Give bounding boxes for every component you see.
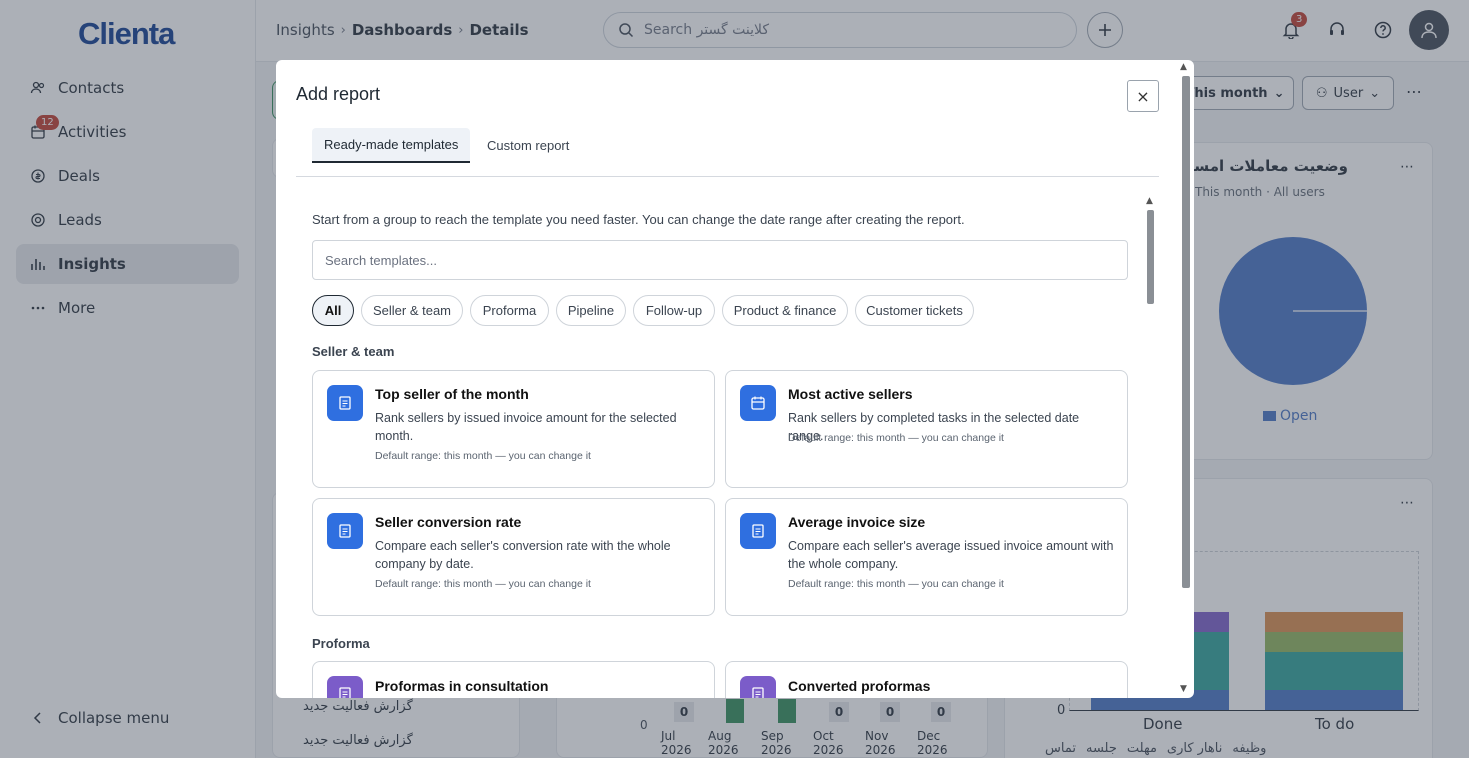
template-card-conversion-rate[interactable]: Seller conversion rate Compare each sell… <box>312 498 715 616</box>
tab-custom-report[interactable]: Custom report <box>475 128 581 163</box>
template-card-top-seller[interactable]: Top seller of the month Rank sellers by … <box>312 370 715 488</box>
template-title: Proformas in consultation <box>375 678 549 694</box>
document-icon <box>740 676 776 698</box>
add-report-dialog: Add report × Ready-made templates Custom… <box>276 60 1194 698</box>
scroll-up-arrow[interactable]: ▲ <box>1146 196 1153 206</box>
template-default-range: Default range: this month — you can chan… <box>788 432 1004 444</box>
template-title: Converted proformas <box>788 678 931 694</box>
chip-pipeline[interactable]: Pipeline <box>556 295 626 326</box>
document-icon <box>740 513 776 549</box>
dialog-scrollbar-thumb[interactable] <box>1182 76 1190 588</box>
chip-customer-tickets[interactable]: Customer tickets <box>855 295 974 326</box>
tab-ready-made-templates[interactable]: Ready-made templates <box>312 128 471 163</box>
chip-follow-up[interactable]: Follow-up <box>633 295 715 326</box>
template-title: Seller conversion rate <box>375 514 522 530</box>
scroll-down-arrow[interactable]: ▼ <box>1180 684 1187 694</box>
chip-label: Product & finance <box>733 303 837 318</box>
document-icon <box>327 385 363 421</box>
tab-divider <box>296 176 1159 177</box>
section-title: Proforma <box>312 636 370 651</box>
template-card-most-active[interactable]: Most active sellers Rank sellers by comp… <box>725 370 1128 488</box>
close-icon: × <box>1136 86 1150 106</box>
intro-text: Start from a group to reach the template… <box>312 212 965 227</box>
document-icon <box>327 676 363 698</box>
calendar-icon <box>740 385 776 421</box>
chip-all[interactable]: All <box>312 295 354 326</box>
template-default-range: Default range: this month — you can chan… <box>788 578 1004 590</box>
template-description: Compare each seller's average issued inv… <box>788 539 1114 571</box>
tab-label: Custom report <box>487 138 570 153</box>
template-card-proformas-consultation[interactable]: Proformas in consultation <box>312 661 715 698</box>
chip-label: Customer tickets <box>866 303 963 318</box>
section-title: Seller & team <box>312 344 395 359</box>
template-description: Rank sellers by issued invoice amount fo… <box>375 411 677 443</box>
chip-label: All <box>324 303 342 318</box>
chip-label: Pipeline <box>567 303 615 318</box>
chip-seller-team[interactable]: Seller & team <box>361 295 463 326</box>
template-title: Most active sellers <box>788 386 913 402</box>
chip-label: Seller & team <box>372 303 452 318</box>
chip-label: Follow-up <box>645 303 703 318</box>
template-search-placeholder: Search templates... <box>325 252 437 268</box>
close-button[interactable]: × <box>1127 80 1159 112</box>
template-title: Top seller of the month <box>375 386 529 402</box>
template-card-converted-proformas[interactable]: Converted proformas <box>725 661 1128 698</box>
inner-scrollbar-thumb[interactable] <box>1147 210 1154 304</box>
template-default-range: Default range: this month — you can chan… <box>375 450 591 462</box>
document-icon <box>327 513 363 549</box>
dialog-title: Add report <box>296 84 381 104</box>
chip-label: Proforma <box>482 303 537 318</box>
template-description: Compare each seller's conversion rate wi… <box>375 539 671 571</box>
template-title: Average invoice size <box>788 514 926 530</box>
chip-product-finance[interactable]: Product & finance <box>722 295 848 326</box>
tab-label: Ready-made templates <box>324 137 459 152</box>
template-default-range: Default range: this month — you can chan… <box>375 578 591 590</box>
chip-proforma[interactable]: Proforma <box>470 295 549 326</box>
scroll-up-arrow[interactable]: ▲ <box>1180 62 1187 72</box>
template-search-input[interactable]: Search templates... <box>312 240 1128 280</box>
template-card-average-invoice[interactable]: Average invoice size Compare each seller… <box>725 498 1128 616</box>
